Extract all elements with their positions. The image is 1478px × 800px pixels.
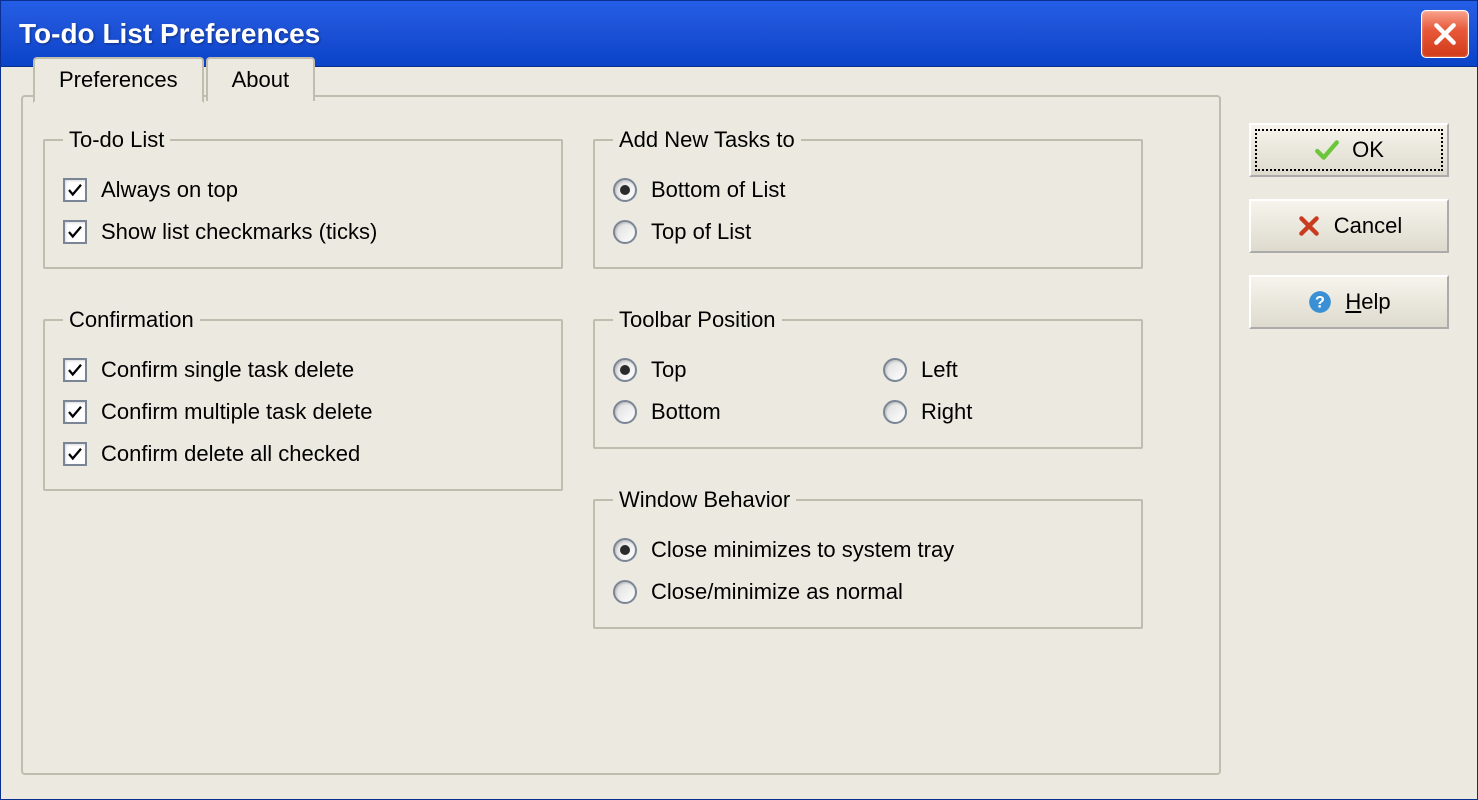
group-add-new-tasks: Add New Tasks to Bottom of List Top of L… [593,127,1143,269]
radio-label: Close/minimize as normal [651,579,903,605]
radio-label: Close minimizes to system tray [651,537,954,563]
checkbox-confirm-delete-checked[interactable]: Confirm delete all checked [63,441,543,467]
radio-close-normal[interactable]: Close/minimize as normal [613,579,1123,605]
group-legend: To-do List [63,127,170,153]
radio-toolbar-bottom[interactable]: Bottom [613,399,853,425]
button-label: Help [1345,289,1390,315]
cross-icon [1296,213,1322,239]
checkbox-confirm-multiple-delete[interactable]: Confirm multiple task delete [63,399,543,425]
preferences-content: To-do List Always on top Show list chec [23,97,1219,659]
checkbox-icon [63,358,87,382]
checkbox-label: Show list checkmarks (ticks) [101,219,377,245]
tab-preferences[interactable]: Preferences [33,57,204,103]
cancel-button[interactable]: Cancel [1249,199,1449,253]
radio-icon [613,178,637,202]
radio-icon [883,358,907,382]
tab-label: Preferences [59,67,178,92]
radio-icon [613,358,637,382]
group-confirmation: Confirmation Confirm single task delete [43,307,563,491]
radio-label: Left [921,357,958,383]
radio-label: Top [651,357,686,383]
group-legend: Toolbar Position [613,307,782,333]
window-title: To-do List Preferences [19,18,320,50]
close-button[interactable] [1421,10,1469,58]
tab-strip: Preferences About [33,57,317,101]
radio-close-minimize-tray[interactable]: Close minimizes to system tray [613,537,1123,563]
radio-icon [613,580,637,604]
content-area: Preferences About To-do List Always on t… [1,67,1477,799]
radio-label: Bottom [651,399,721,425]
radio-add-top[interactable]: Top of List [613,219,1123,245]
radio-icon [613,220,637,244]
radio-label: Top of List [651,219,751,245]
tab-label: About [232,67,290,92]
window: To-do List Preferences Preferences About… [0,0,1478,800]
tab-about[interactable]: About [206,57,316,101]
group-legend: Window Behavior [613,487,796,513]
radio-label: Right [921,399,972,425]
radio-icon [613,400,637,424]
right-column: Add New Tasks to Bottom of List Top of L… [593,127,1143,629]
checkbox-icon [63,400,87,424]
checkbox-icon [63,220,87,244]
group-window-behavior: Window Behavior Close minimizes to syste… [593,487,1143,629]
group-toolbar-position: Toolbar Position Top Left [593,307,1143,449]
button-label: Cancel [1334,213,1402,239]
checkbox-label: Always on top [101,177,238,203]
checkbox-icon [63,442,87,466]
button-column: OK Cancel ? Help [1249,123,1449,329]
checkbox-show-checkmarks[interactable]: Show list checkmarks (ticks) [63,219,543,245]
radio-toolbar-top[interactable]: Top [613,357,853,383]
close-icon [1432,21,1458,47]
group-legend: Confirmation [63,307,200,333]
checkbox-label: Confirm multiple task delete [101,399,372,425]
svg-text:?: ? [1315,293,1325,311]
group-todo-list: To-do List Always on top Show list chec [43,127,563,269]
check-icon [1314,137,1340,163]
checkbox-icon [63,178,87,202]
checkbox-confirm-single-delete[interactable]: Confirm single task delete [63,357,543,383]
tab-panel: Preferences About To-do List Always on t… [21,95,1221,775]
radio-icon [613,538,637,562]
help-button[interactable]: ? Help [1249,275,1449,329]
radio-toolbar-left[interactable]: Left [883,357,1123,383]
checkbox-label: Confirm single task delete [101,357,354,383]
ok-button[interactable]: OK [1249,123,1449,177]
button-label: OK [1352,137,1384,163]
group-legend: Add New Tasks to [613,127,801,153]
radio-add-bottom[interactable]: Bottom of List [613,177,1123,203]
radio-toolbar-right[interactable]: Right [883,399,1123,425]
left-column: To-do List Always on top Show list chec [43,127,563,629]
radio-icon [883,400,907,424]
checkbox-label: Confirm delete all checked [101,441,360,467]
radio-label: Bottom of List [651,177,786,203]
help-icon: ? [1307,289,1333,315]
checkbox-always-on-top[interactable]: Always on top [63,177,543,203]
